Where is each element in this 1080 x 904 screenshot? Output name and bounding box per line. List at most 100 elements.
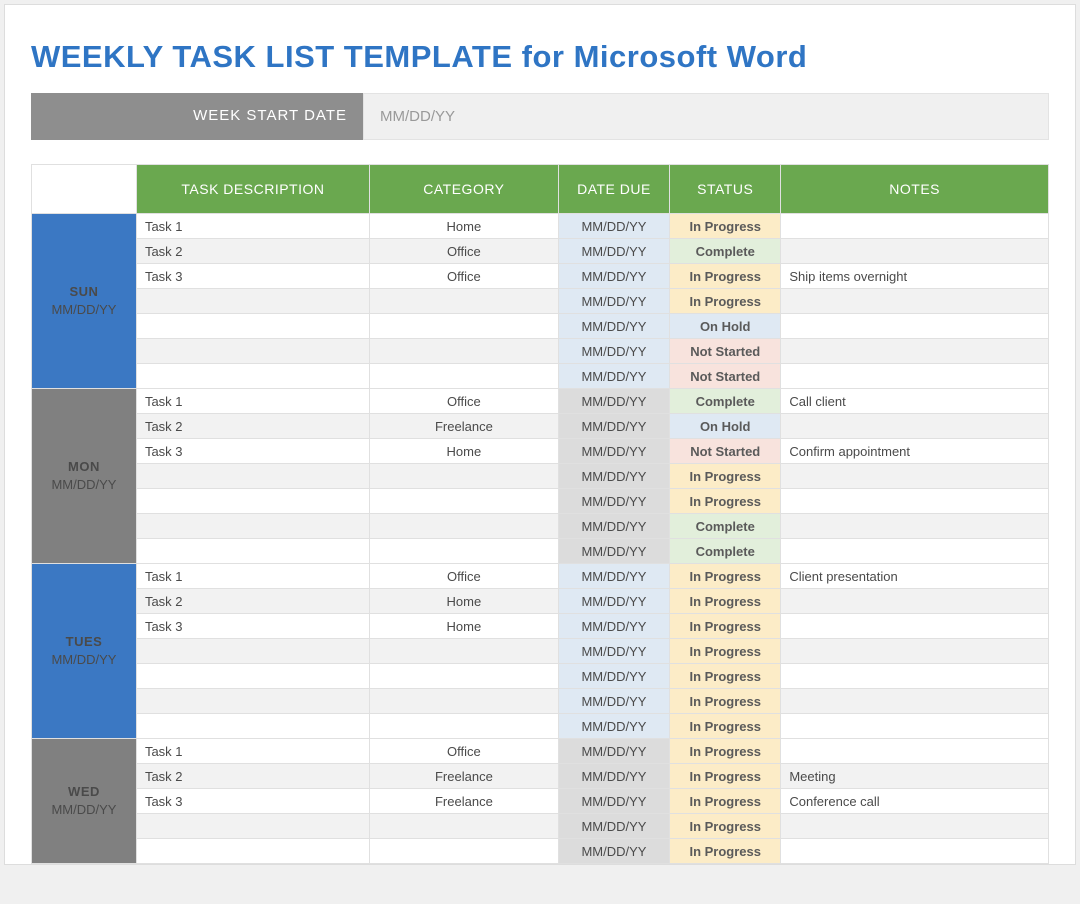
cell-date-due[interactable]: MM/DD/YY [558, 814, 669, 839]
cell-notes[interactable]: Call client [781, 389, 1049, 414]
cell-status[interactable]: In Progress [670, 739, 781, 764]
cell-category[interactable] [369, 539, 558, 564]
cell-status[interactable]: Not Started [670, 339, 781, 364]
cell-category[interactable] [369, 689, 558, 714]
cell-notes[interactable] [781, 639, 1049, 664]
cell-notes[interactable] [781, 289, 1049, 314]
cell-notes[interactable] [781, 514, 1049, 539]
cell-notes[interactable] [781, 539, 1049, 564]
cell-date-due[interactable]: MM/DD/YY [558, 239, 669, 264]
cell-notes[interactable] [781, 664, 1049, 689]
cell-category[interactable]: Freelance [369, 414, 558, 439]
cell-status[interactable]: In Progress [670, 214, 781, 239]
cell-task-description[interactable]: Task 2 [136, 414, 369, 439]
cell-date-due[interactable]: MM/DD/YY [558, 464, 669, 489]
cell-notes[interactable] [781, 614, 1049, 639]
cell-task-description[interactable] [136, 714, 369, 739]
cell-date-due[interactable]: MM/DD/YY [558, 414, 669, 439]
cell-notes[interactable] [781, 214, 1049, 239]
cell-status[interactable]: Complete [670, 389, 781, 414]
cell-date-due[interactable]: MM/DD/YY [558, 314, 669, 339]
cell-category[interactable]: Office [369, 739, 558, 764]
cell-date-due[interactable]: MM/DD/YY [558, 264, 669, 289]
cell-status[interactable]: In Progress [670, 464, 781, 489]
cell-task-description[interactable]: Task 1 [136, 739, 369, 764]
cell-task-description[interactable]: Task 1 [136, 389, 369, 414]
cell-category[interactable]: Home [369, 589, 558, 614]
cell-category[interactable] [369, 464, 558, 489]
cell-category[interactable] [369, 664, 558, 689]
cell-task-description[interactable]: Task 2 [136, 589, 369, 614]
cell-date-due[interactable]: MM/DD/YY [558, 614, 669, 639]
cell-category[interactable]: Office [369, 239, 558, 264]
cell-category[interactable] [369, 839, 558, 864]
cell-category[interactable]: Home [369, 614, 558, 639]
cell-notes[interactable] [781, 814, 1049, 839]
cell-task-description[interactable] [136, 839, 369, 864]
cell-category[interactable]: Office [369, 564, 558, 589]
cell-notes[interactable] [781, 839, 1049, 864]
cell-category[interactable]: Freelance [369, 764, 558, 789]
cell-date-due[interactable]: MM/DD/YY [558, 764, 669, 789]
cell-task-description[interactable]: Task 1 [136, 564, 369, 589]
cell-task-description[interactable] [136, 814, 369, 839]
cell-notes[interactable] [781, 364, 1049, 389]
cell-date-due[interactable]: MM/DD/YY [558, 664, 669, 689]
cell-date-due[interactable]: MM/DD/YY [558, 689, 669, 714]
cell-status[interactable]: In Progress [670, 589, 781, 614]
cell-date-due[interactable]: MM/DD/YY [558, 714, 669, 739]
cell-date-due[interactable]: MM/DD/YY [558, 439, 669, 464]
cell-category[interactable] [369, 364, 558, 389]
cell-task-description[interactable]: Task 3 [136, 264, 369, 289]
cell-task-description[interactable] [136, 664, 369, 689]
cell-date-due[interactable]: MM/DD/YY [558, 389, 669, 414]
cell-date-due[interactable]: MM/DD/YY [558, 364, 669, 389]
cell-notes[interactable]: Conference call [781, 789, 1049, 814]
cell-status[interactable]: In Progress [670, 639, 781, 664]
cell-task-description[interactable] [136, 364, 369, 389]
cell-task-description[interactable] [136, 489, 369, 514]
cell-category[interactable] [369, 814, 558, 839]
cell-task-description[interactable]: Task 1 [136, 214, 369, 239]
cell-notes[interactable] [781, 314, 1049, 339]
cell-category[interactable]: Office [369, 264, 558, 289]
cell-status[interactable]: On Hold [670, 314, 781, 339]
cell-status[interactable]: In Progress [670, 489, 781, 514]
cell-task-description[interactable]: Task 2 [136, 239, 369, 264]
cell-category[interactable]: Office [369, 389, 558, 414]
cell-task-description[interactable] [136, 289, 369, 314]
cell-category[interactable] [369, 289, 558, 314]
cell-task-description[interactable] [136, 514, 369, 539]
cell-category[interactable] [369, 514, 558, 539]
cell-notes[interactable] [781, 689, 1049, 714]
cell-notes[interactable]: Ship items overnight [781, 264, 1049, 289]
cell-date-due[interactable]: MM/DD/YY [558, 489, 669, 514]
cell-status[interactable]: Complete [670, 514, 781, 539]
cell-category[interactable]: Home [369, 214, 558, 239]
cell-notes[interactable] [781, 239, 1049, 264]
cell-task-description[interactable]: Task 3 [136, 789, 369, 814]
cell-status[interactable]: In Progress [670, 264, 781, 289]
cell-status[interactable]: On Hold [670, 414, 781, 439]
cell-notes[interactable] [781, 464, 1049, 489]
cell-status[interactable]: Complete [670, 539, 781, 564]
cell-task-description[interactable]: Task 3 [136, 614, 369, 639]
cell-notes[interactable] [781, 339, 1049, 364]
cell-task-description[interactable]: Task 2 [136, 764, 369, 789]
cell-category[interactable] [369, 314, 558, 339]
cell-category[interactable] [369, 714, 558, 739]
cell-category[interactable] [369, 489, 558, 514]
cell-status[interactable]: In Progress [670, 789, 781, 814]
cell-date-due[interactable]: MM/DD/YY [558, 289, 669, 314]
cell-date-due[interactable]: MM/DD/YY [558, 739, 669, 764]
cell-task-description[interactable] [136, 464, 369, 489]
cell-status[interactable]: In Progress [670, 814, 781, 839]
cell-task-description[interactable] [136, 689, 369, 714]
cell-status[interactable]: Complete [670, 239, 781, 264]
cell-status[interactable]: In Progress [670, 689, 781, 714]
cell-status[interactable]: In Progress [670, 764, 781, 789]
cell-notes[interactable] [781, 739, 1049, 764]
cell-status[interactable]: In Progress [670, 564, 781, 589]
cell-category[interactable] [369, 639, 558, 664]
cell-date-due[interactable]: MM/DD/YY [558, 514, 669, 539]
